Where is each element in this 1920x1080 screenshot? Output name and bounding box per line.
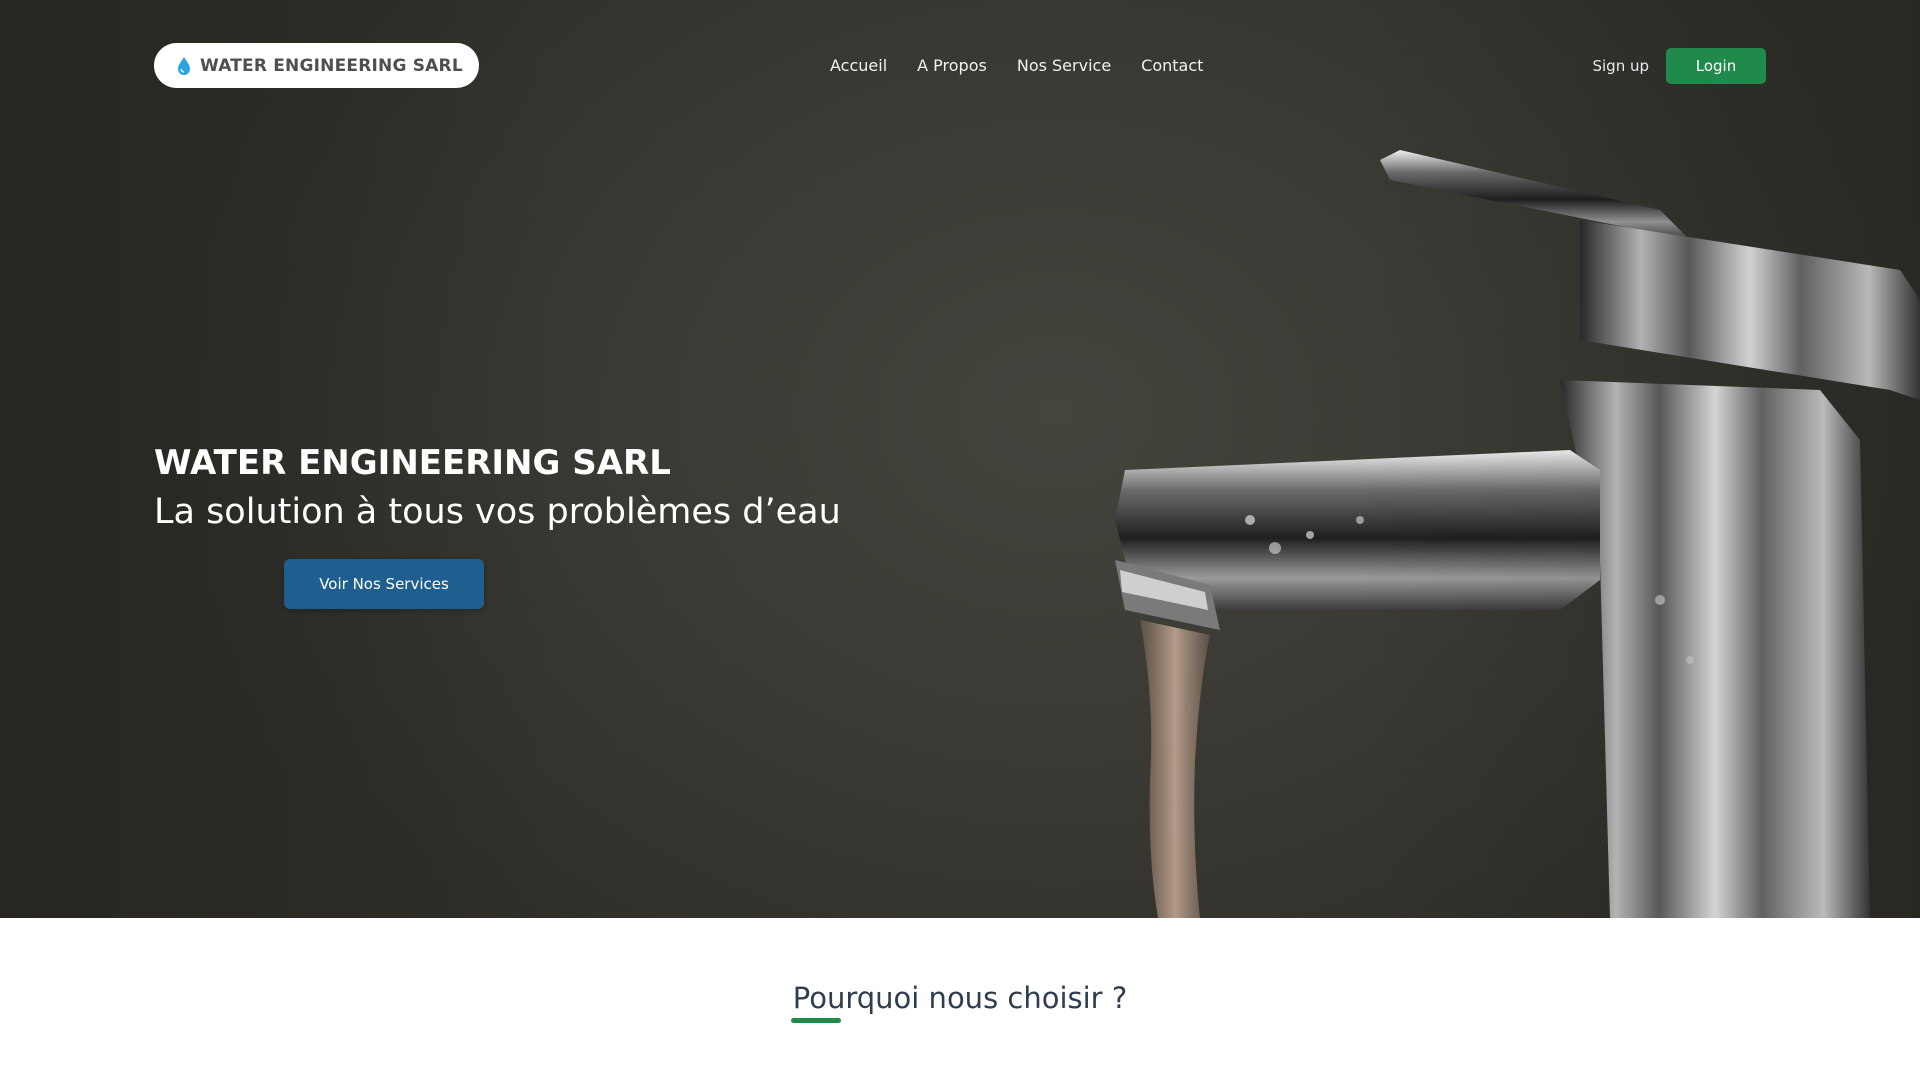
hero-section: WATER ENGINEERING SARL Accueil A Propos … bbox=[0, 0, 1920, 918]
nav-link-nos-service[interactable]: Nos Service bbox=[1017, 56, 1111, 75]
water-drop-icon bbox=[178, 56, 190, 75]
navbar: WATER ENGINEERING SARL Accueil A Propos … bbox=[154, 43, 1766, 88]
faucet-image bbox=[1115, 150, 1920, 918]
brand-name: WATER ENGINEERING SARL bbox=[200, 55, 463, 76]
auth-actions: Sign up Login bbox=[1592, 43, 1766, 88]
nav-link-contact[interactable]: Contact bbox=[1141, 56, 1203, 75]
brand-logo[interactable]: WATER ENGINEERING SARL bbox=[154, 43, 479, 88]
see-services-button[interactable]: Voir Nos Services bbox=[284, 559, 484, 609]
title-underline bbox=[791, 1018, 841, 1023]
signup-link[interactable]: Sign up bbox=[1592, 57, 1649, 75]
nav-links: Accueil A Propos Nos Service Contact bbox=[830, 43, 1203, 88]
nav-link-accueil[interactable]: Accueil bbox=[830, 56, 887, 75]
section-title: Pourquoi nous choisir ? bbox=[792, 981, 1128, 1015]
why-choose-us-section: Pourquoi nous choisir ? bbox=[0, 918, 1920, 1080]
login-button[interactable]: Login bbox=[1666, 47, 1766, 84]
hero-title: WATER ENGINEERING SARL bbox=[154, 443, 671, 483]
nav-link-a-propos[interactable]: A Propos bbox=[917, 56, 987, 75]
hero-subtitle: La solution à tous vos problèmes d’eau bbox=[154, 492, 841, 532]
